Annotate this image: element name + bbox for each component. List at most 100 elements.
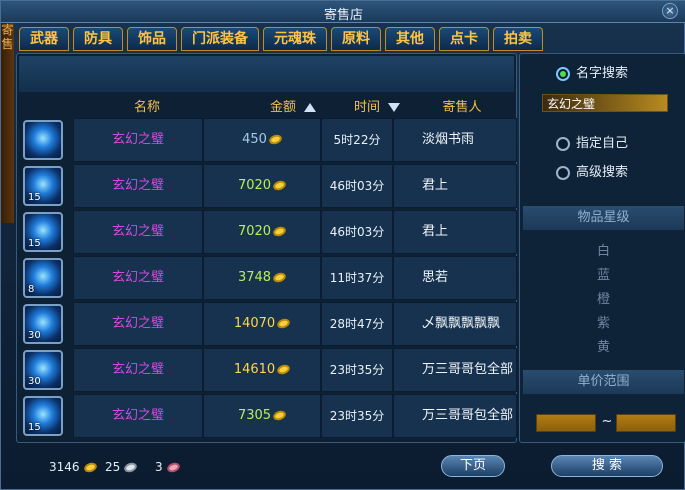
footer-bar: 3146 25 3 下页 搜 索 <box>1 447 685 490</box>
grade-white[interactable]: 白 <box>520 240 685 259</box>
radio-name-search-label: 名字搜索 <box>576 66 629 81</box>
item-orb-icon[interactable]: 15 <box>23 396 63 436</box>
radio-selected-icon[interactable] <box>556 66 570 81</box>
silver-balance: 25 <box>105 460 139 474</box>
table-row[interactable]: 15 玄幻之璧 7020 46时03分 君上 <box>21 208 517 254</box>
item-name: 玄幻之璧 <box>73 256 203 300</box>
table-row[interactable]: 玄幻之璧 450 5时22分 淡烟书雨 <box>21 116 517 162</box>
grade-purple[interactable]: 紫 <box>520 312 685 331</box>
item-price-cell: 14610 <box>203 348 321 392</box>
item-price: 450 <box>242 132 267 147</box>
table-row[interactable]: 30 玄幻之璧 14610 23时35分 万三哥哥包全部 <box>21 346 517 392</box>
item-time: 46时03分 <box>321 210 393 254</box>
price-min-input[interactable] <box>536 414 596 432</box>
sort-descending-icon[interactable] <box>388 103 400 112</box>
item-name: 玄幻之璧 <box>73 348 203 392</box>
radio-specify-self[interactable]: 指定自己 <box>556 132 629 151</box>
pink-coin-icon <box>165 461 181 474</box>
item-name: 玄幻之璧 <box>73 394 203 438</box>
item-star-section-title: 物品星级 <box>523 206 684 230</box>
sort-ascending-icon[interactable] <box>304 103 316 112</box>
tab-auction[interactable]: 拍卖 <box>493 27 543 51</box>
close-button[interactable]: × <box>662 3 678 19</box>
tab-soul-beads[interactable]: 元魂珠 <box>263 27 327 51</box>
item-price: 3748 <box>237 270 272 285</box>
radio-name-search[interactable]: 名字搜索 <box>556 62 629 81</box>
item-orb-icon[interactable]: 30 <box>23 350 63 390</box>
item-price: 7305 <box>237 408 272 423</box>
item-quantity: 15 <box>28 192 41 203</box>
item-seller: 思若 <box>393 256 517 300</box>
tab-accessories[interactable]: 饰品 <box>127 27 177 51</box>
col-seller-header[interactable]: 寄售人 <box>427 96 497 115</box>
pink-balance: 3 <box>155 460 181 474</box>
radio-specify-self-label: 指定自己 <box>576 136 629 151</box>
item-quantity: 15 <box>28 422 41 433</box>
gold-coin-icon <box>276 363 292 376</box>
table-row[interactable]: 15 玄幻之璧 7305 23时35分 万三哥哥包全部 <box>21 392 517 438</box>
item-orb-icon[interactable]: 8 <box>23 258 63 298</box>
header-band <box>19 56 514 92</box>
col-time-header[interactable]: 时间 <box>347 96 407 115</box>
next-page-button[interactable]: 下页 <box>441 455 505 477</box>
item-price: 14070 <box>233 316 276 331</box>
listing-panel: 名称 金额 时间 寄售人 玄幻之璧 450 5时22分 淡烟书雨 15 玄幻之璧… <box>16 53 517 443</box>
gold-balance: 3146 <box>49 460 98 474</box>
item-orb-icon[interactable]: 15 <box>23 212 63 252</box>
item-time: 23时35分 <box>321 348 393 392</box>
item-name: 玄幻之璧 <box>73 302 203 346</box>
price-range-section-title: 单价范围 <box>523 370 684 394</box>
listing-rows: 玄幻之璧 450 5时22分 淡烟书雨 15 玄幻之璧 7020 46时03分 … <box>21 116 517 438</box>
gold-count: 3146 <box>49 460 80 474</box>
pink-count: 3 <box>155 460 163 474</box>
tab-weapons[interactable]: 武器 <box>19 27 69 51</box>
tab-sect-equipment[interactable]: 门派装备 <box>181 27 259 51</box>
tab-materials[interactable]: 原料 <box>331 27 381 51</box>
tab-other[interactable]: 其他 <box>385 27 435 51</box>
gold-coin-icon <box>271 409 288 422</box>
tab-point-cards[interactable]: 点卡 <box>439 27 489 51</box>
item-price: 14610 <box>233 362 276 377</box>
table-row[interactable]: 15 玄幻之璧 7020 46时03分 君上 <box>21 162 517 208</box>
item-seller: 乄飘飘飘飘飘 <box>393 302 517 346</box>
grade-blue[interactable]: 蓝 <box>520 264 685 283</box>
item-price: 7020 <box>237 178 272 193</box>
item-orb-icon[interactable] <box>23 120 63 160</box>
grade-orange[interactable]: 橙 <box>520 288 685 307</box>
item-quantity: 30 <box>28 376 41 387</box>
col-name-header[interactable]: 名称 <box>117 96 177 115</box>
tab-armor[interactable]: 防具 <box>73 27 123 51</box>
item-orb-icon[interactable]: 30 <box>23 304 63 344</box>
gold-coin-icon <box>271 225 288 238</box>
left-strip-char: 寄 <box>1 23 14 37</box>
radio-unselected-icon[interactable] <box>556 136 570 151</box>
gold-coin-icon <box>267 133 284 146</box>
item-quantity: 30 <box>28 330 41 341</box>
category-tabs: 武器 防具 饰品 门派装备 元魂珠 原料 其他 点卡 拍卖 <box>19 27 543 51</box>
item-orb-icon[interactable]: 15 <box>23 166 63 206</box>
item-seller: 君上 <box>393 210 517 254</box>
grade-yellow[interactable]: 黄 <box>520 336 685 355</box>
radio-unselected-icon[interactable] <box>556 165 570 180</box>
price-max-input[interactable] <box>616 414 676 432</box>
item-name: 玄幻之璧 <box>73 210 203 254</box>
search-button[interactable]: 搜 索 <box>551 455 663 477</box>
item-price-cell: 7305 <box>203 394 321 438</box>
item-seller: 万三哥哥包全部 <box>393 394 517 438</box>
window-title: 寄售店 <box>323 8 363 23</box>
table-row[interactable]: 8 玄幻之璧 3748 11时37分 思若 <box>21 254 517 300</box>
search-input[interactable] <box>542 94 668 112</box>
left-side-strip: 寄 售 <box>1 23 14 223</box>
table-row[interactable]: 30 玄幻之璧 14070 28时47分 乄飘飘飘飘飘 <box>21 300 517 346</box>
col-time-label: 时间 <box>353 100 380 115</box>
item-price-cell: 450 <box>203 118 321 162</box>
item-price: 7020 <box>237 224 272 239</box>
title-bar: 寄售店 × <box>1 1 685 23</box>
silver-count: 25 <box>105 460 121 474</box>
radio-advanced-search[interactable]: 高级搜索 <box>556 161 629 180</box>
search-side-panel: 名字搜索 指定自己 高级搜索 物品星级 白 蓝 橙 紫 黄 单价范围 ~ <box>519 53 685 443</box>
col-price-header[interactable]: 金额 <box>253 96 333 115</box>
radio-advanced-search-label: 高级搜索 <box>576 165 629 180</box>
item-quantity: 8 <box>28 284 35 295</box>
item-price-cell: 7020 <box>203 210 321 254</box>
